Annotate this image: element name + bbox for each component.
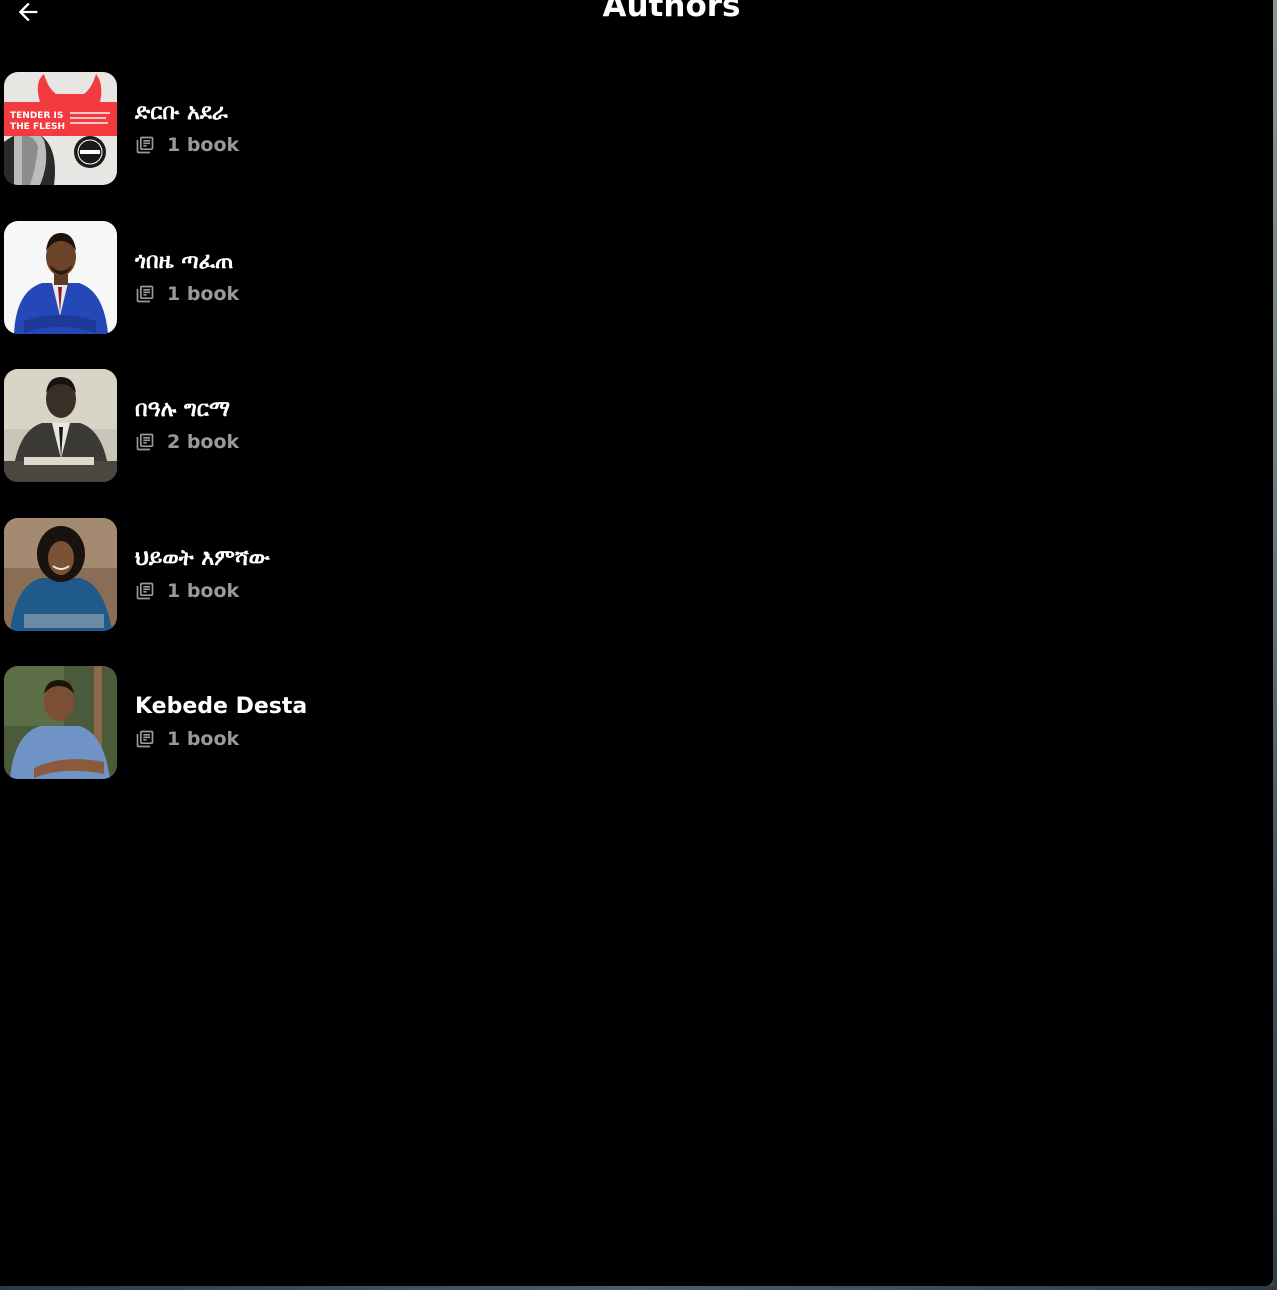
book-count-label: 1 book (167, 283, 240, 305)
svg-text:TENDER IS: TENDER IS (10, 111, 63, 121)
library-books-icon (136, 433, 154, 451)
author-item[interactable]: በዓሉ ግርማ 2 book (4, 369, 704, 482)
library-books-icon (136, 582, 154, 600)
book-count-label: 1 book (167, 580, 240, 602)
author-name: በዓሉ ግርማ (135, 397, 231, 422)
page-title: Authors (602, 0, 741, 24)
book-count: 1 book (135, 283, 239, 305)
author-avatar: TENDER IS THE FLESH (4, 72, 117, 185)
book-count-label: 2 book (167, 431, 240, 453)
author-avatar (4, 221, 117, 334)
authors-screen: Authors TENDER IS THE FLESH ድርቡ አደራ 1 bo… (0, 0, 1273, 1286)
author-avatar (4, 369, 117, 482)
library-books-icon (136, 136, 154, 154)
author-item[interactable]: ህይወት እምሻው 1 book (4, 518, 704, 631)
author-name: ህይወት እምሻው (135, 546, 270, 571)
book-count: 2 book (135, 431, 239, 453)
author-item[interactable]: Kebede Desta 1 book (4, 666, 704, 779)
author-name: ጎበዜ ጣፈጠ (135, 249, 234, 274)
author-avatar (4, 666, 117, 779)
book-count: 1 book (135, 580, 239, 602)
author-item[interactable]: TENDER IS THE FLESH ድርቡ አደራ 1 book (4, 72, 704, 185)
author-name: Kebede Desta (135, 694, 308, 719)
book-count: 1 book (135, 134, 239, 156)
author-name: ድርቡ አደራ (135, 100, 228, 125)
author-avatar (4, 518, 117, 631)
svg-text:THE FLESH: THE FLESH (10, 122, 65, 132)
book-count-label: 1 book (167, 134, 240, 156)
library-books-icon (136, 285, 154, 303)
book-count-label: 1 book (167, 728, 240, 750)
author-item[interactable]: ጎበዜ ጣፈጠ 1 book (4, 221, 704, 334)
book-count: 1 book (135, 728, 239, 750)
desktop-edge-bottom (0, 1286, 1277, 1290)
library-books-icon (136, 730, 154, 748)
desktop-edge (1273, 0, 1277, 1290)
